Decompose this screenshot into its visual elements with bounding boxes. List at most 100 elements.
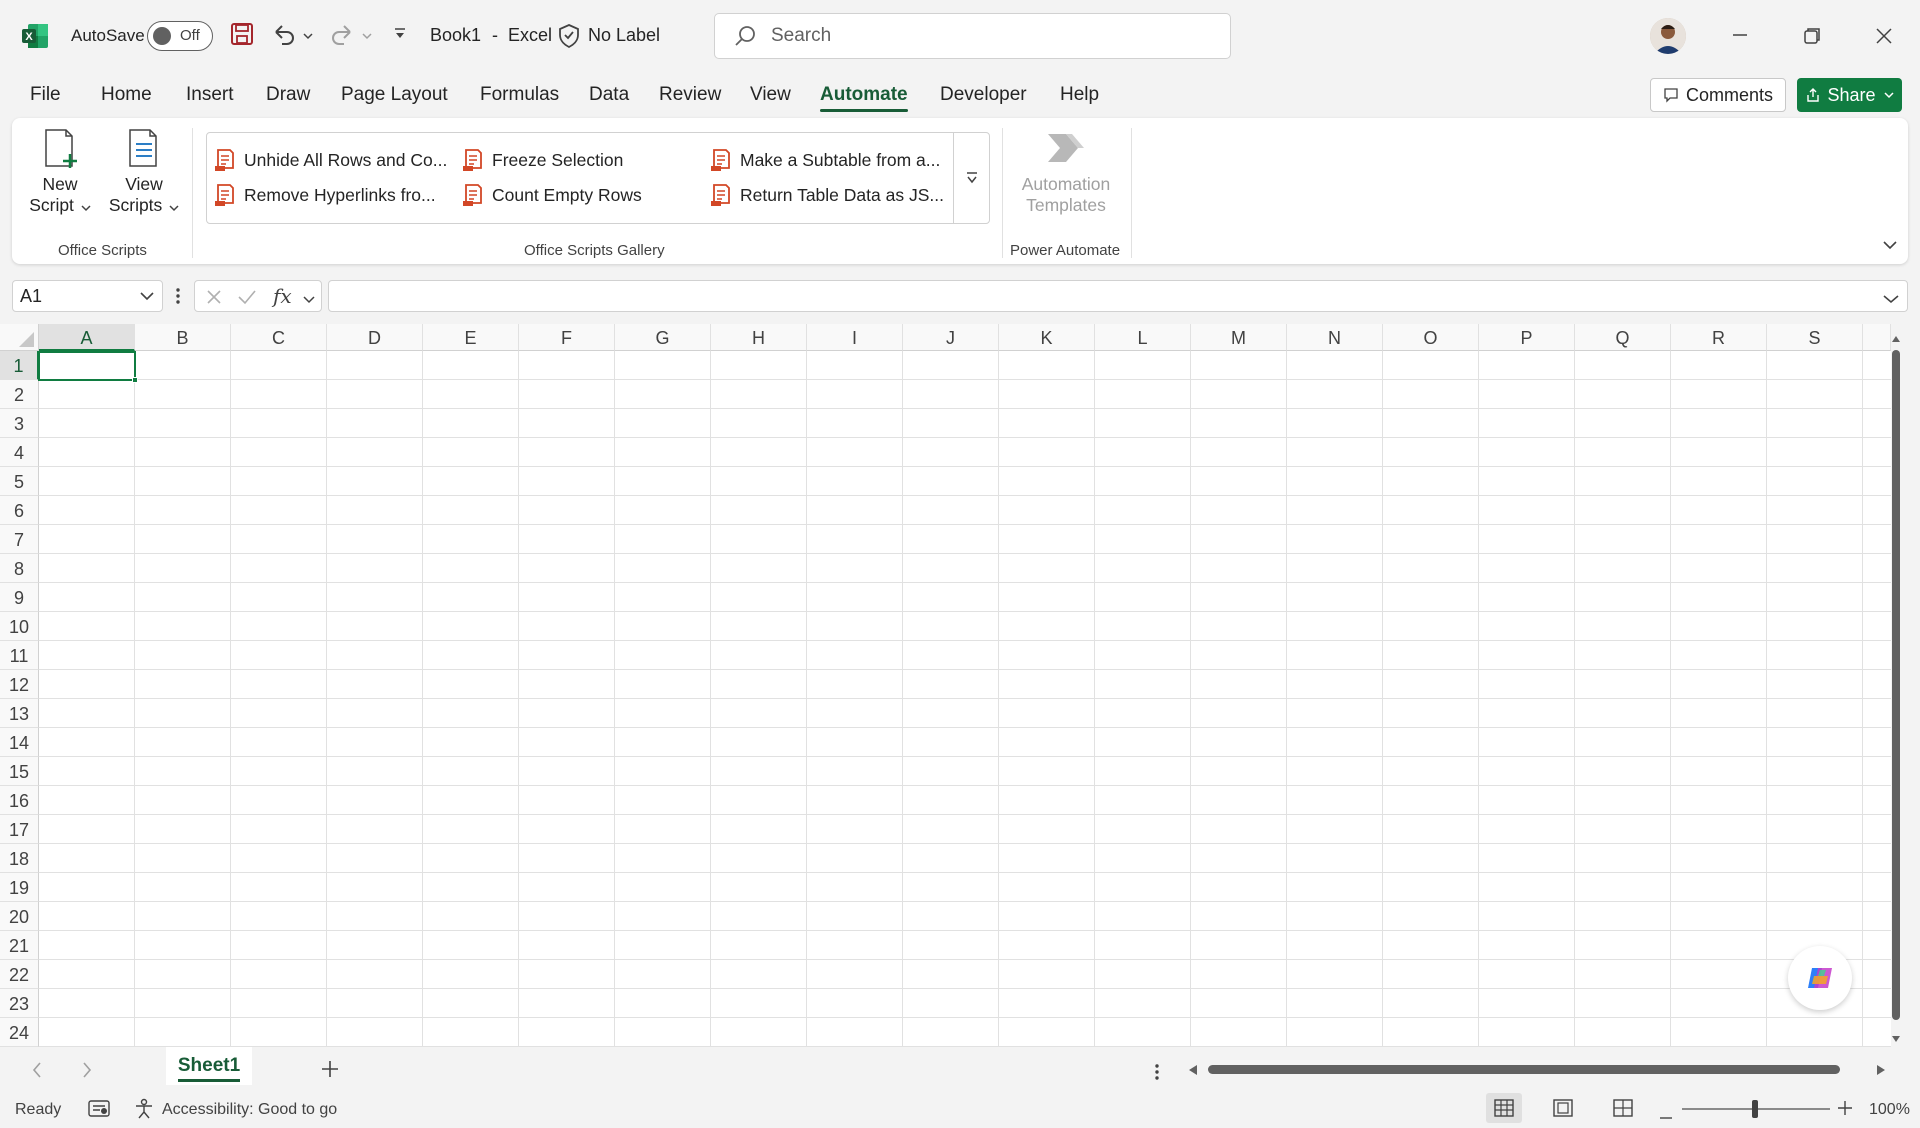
row-header-12[interactable]: 12 (0, 670, 39, 699)
insert-function-icon[interactable]: fx (273, 284, 292, 308)
row-header-11[interactable]: 11 (0, 641, 39, 670)
accessibility-status[interactable]: Accessibility: Good to go (162, 1101, 337, 1119)
expand-formula-bar-icon[interactable] (1883, 291, 1899, 309)
column-header-e[interactable]: E (423, 324, 519, 351)
horizontal-scrollbar[interactable] (1186, 1063, 1886, 1075)
column-header-i[interactable]: I (807, 324, 903, 351)
row-header-1[interactable]: 1 (0, 351, 39, 380)
tab-view[interactable]: View (750, 84, 791, 106)
gallery-item-freeze-selection[interactable]: Freeze Selection (462, 148, 623, 172)
scroll-right-arrow-icon[interactable] (1876, 1063, 1886, 1081)
gallery-item-return-table-json[interactable]: Return Table Data as JS... (710, 183, 944, 207)
scroll-left-arrow-icon[interactable] (1188, 1063, 1198, 1081)
column-header-q[interactable]: Q (1575, 324, 1671, 351)
zoom-slider[interactable] (1682, 1100, 1830, 1118)
redo-icon[interactable] (330, 22, 356, 51)
cancel-icon[interactable] (205, 288, 223, 311)
automation-templates-button[interactable]: Automation Templates (1012, 128, 1120, 238)
tab-home[interactable]: Home (101, 84, 152, 106)
row-header-10[interactable]: 10 (0, 612, 39, 641)
row-header-7[interactable]: 7 (0, 525, 39, 554)
row-header-19[interactable]: 19 (0, 873, 39, 902)
row-header-2[interactable]: 2 (0, 380, 39, 409)
row-header-17[interactable]: 17 (0, 815, 39, 844)
row-header-6[interactable]: 6 (0, 496, 39, 525)
macro-recording-icon[interactable] (88, 1099, 110, 1124)
chevron-down-icon[interactable] (303, 292, 315, 310)
row-header-23[interactable]: 23 (0, 989, 39, 1018)
column-header-b[interactable]: B (135, 324, 231, 351)
next-sheet-icon[interactable] (82, 1062, 92, 1083)
restore-icon[interactable] (1802, 26, 1822, 51)
column-header-g[interactable]: G (615, 324, 711, 351)
tab-review[interactable]: Review (659, 84, 721, 106)
page-layout-view-icon[interactable] (1553, 1099, 1573, 1122)
vertical-scroll-thumb[interactable] (1892, 350, 1900, 1020)
row-header-24[interactable]: 24 (0, 1018, 39, 1047)
row-header-4[interactable]: 4 (0, 438, 39, 467)
column-header-m[interactable]: M (1191, 324, 1287, 351)
autosave-toggle[interactable]: Off (147, 21, 213, 51)
column-header-j[interactable]: J (903, 324, 999, 351)
zoom-in-icon[interactable] (1838, 1101, 1852, 1120)
row-header-5[interactable]: 5 (0, 467, 39, 496)
redo-dropdown-icon[interactable] (361, 28, 373, 46)
chevron-down-icon[interactable] (140, 291, 154, 301)
gallery-item-count-empty-rows[interactable]: Count Empty Rows (462, 183, 642, 207)
tab-help[interactable]: Help (1060, 84, 1099, 106)
search-box[interactable]: Search (714, 13, 1231, 59)
undo-icon[interactable] (270, 22, 296, 51)
tab-data[interactable]: Data (589, 84, 629, 106)
previous-sheet-icon[interactable] (32, 1062, 42, 1083)
column-header-s[interactable]: S (1767, 324, 1863, 351)
new-script-button[interactable]: New Script (28, 126, 92, 236)
column-header-h[interactable]: H (711, 324, 807, 351)
column-header-a[interactable]: A (39, 324, 135, 351)
zoom-slider-thumb[interactable] (1752, 1100, 1758, 1118)
close-icon[interactable] (1874, 26, 1894, 51)
normal-view-icon[interactable] (1486, 1093, 1522, 1123)
vertical-scrollbar[interactable] (1891, 324, 1900, 1047)
tab-page-layout[interactable]: Page Layout (341, 84, 448, 106)
accessibility-icon[interactable] (133, 1098, 155, 1125)
gallery-item-unhide[interactable]: Unhide All Rows and Co... (214, 148, 447, 172)
tab-developer[interactable]: Developer (940, 84, 1027, 106)
column-header-f[interactable]: F (519, 324, 615, 351)
column-header-o[interactable]: O (1383, 324, 1479, 351)
row-header-14[interactable]: 14 (0, 728, 39, 757)
column-header-p[interactable]: P (1479, 324, 1575, 351)
scroll-down-arrow-icon[interactable] (1891, 1030, 1901, 1048)
row-header-21[interactable]: 21 (0, 931, 39, 960)
enter-icon[interactable] (237, 288, 257, 311)
comments-button[interactable]: Comments (1650, 78, 1786, 112)
column-header-r[interactable]: R (1671, 324, 1767, 351)
column-header-c[interactable]: C (231, 324, 327, 351)
gallery-item-remove-hyperlinks[interactable]: Remove Hyperlinks fro... (214, 183, 436, 207)
gallery-expand-button[interactable] (953, 132, 989, 224)
minimize-icon[interactable] (1730, 25, 1750, 50)
select-all-corner[interactable] (0, 324, 39, 351)
column-header-l[interactable]: L (1095, 324, 1191, 351)
page-break-preview-icon[interactable] (1613, 1099, 1633, 1122)
collapse-ribbon-icon[interactable] (1882, 238, 1898, 256)
copilot-button[interactable] (1788, 946, 1852, 1010)
row-header-18[interactable]: 18 (0, 844, 39, 873)
name-box[interactable]: A1 (12, 280, 163, 312)
share-chevron-icon[interactable] (1883, 91, 1894, 99)
row-header-3[interactable]: 3 (0, 409, 39, 438)
sheet-options-icon[interactable] (1154, 1062, 1160, 1087)
sensitivity-shield-icon[interactable] (557, 23, 581, 54)
column-header-n[interactable]: N (1287, 324, 1383, 351)
worksheet-grid[interactable]: ABCDEFGHIJKLMNOPQRS 1 2 3 4 5 6 7 8 9 10 11 12 13 14 1… (0, 324, 1900, 1047)
avatar[interactable] (1650, 18, 1686, 54)
undo-dropdown-icon[interactable] (302, 28, 314, 46)
tab-draw[interactable]: Draw (266, 84, 310, 106)
more-options-icon[interactable] (175, 286, 181, 311)
tab-insert[interactable]: Insert (186, 84, 234, 106)
fill-handle[interactable] (132, 377, 138, 383)
column-header-d[interactable]: D (327, 324, 423, 351)
file-name[interactable]: Book1 (430, 25, 481, 46)
horizontal-scroll-thumb[interactable] (1208, 1065, 1840, 1074)
zoom-out-icon[interactable] (1660, 1107, 1672, 1125)
tab-automate[interactable]: Automate (820, 84, 908, 112)
